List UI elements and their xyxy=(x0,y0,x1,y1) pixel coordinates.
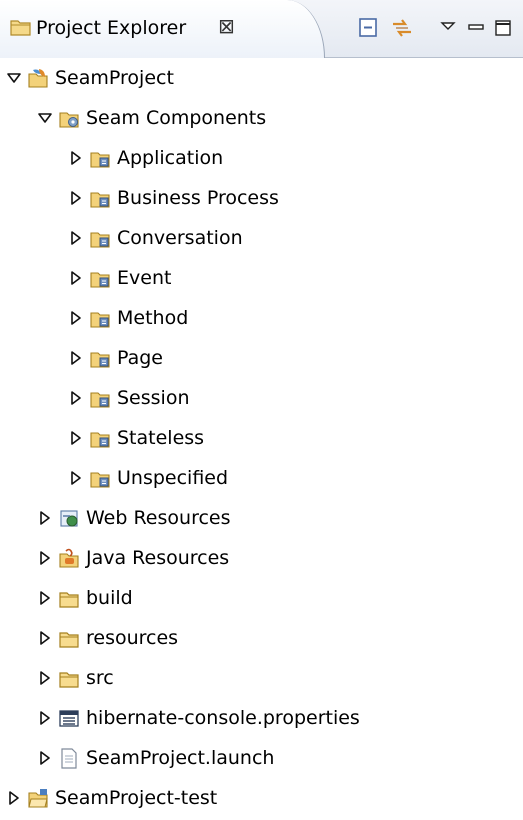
tree-item[interactable]: Event xyxy=(0,258,523,298)
tree-item-label: Unspecified xyxy=(117,467,229,489)
component-folder-icon xyxy=(90,272,110,288)
tree-item[interactable]: Method xyxy=(0,298,523,338)
tree-item[interactable]: Unspecified xyxy=(0,458,523,498)
tree-item-label: resources xyxy=(86,627,179,649)
tree-item[interactable]: hibernate-console.properties xyxy=(0,698,523,738)
tree-item[interactable]: SeamProject-test xyxy=(0,778,523,818)
component-folder-icon xyxy=(90,152,110,168)
component-folder-icon xyxy=(90,392,110,408)
collapsed-chevron-icon[interactable] xyxy=(37,670,53,686)
tree-item-label: Seam Components xyxy=(86,107,267,129)
tree-item-label: Application xyxy=(117,147,224,169)
tree-item-label: Web Resources xyxy=(86,507,231,529)
folder-icon xyxy=(59,672,79,688)
expanded-chevron-icon[interactable] xyxy=(37,110,53,126)
tree-item[interactable]: Conversation xyxy=(0,218,523,258)
collapsed-chevron-icon[interactable] xyxy=(6,790,22,806)
tree-item-label: Session xyxy=(117,387,190,409)
collapsed-chevron-icon[interactable] xyxy=(68,270,84,286)
properties-file-icon xyxy=(59,710,79,727)
tree-item-label: Page xyxy=(117,347,163,369)
tree-item[interactable]: SeamProject.launch xyxy=(0,738,523,778)
collapsed-chevron-icon[interactable] xyxy=(37,590,53,606)
component-folder-icon xyxy=(90,192,110,208)
tree-item[interactable]: Web Resources xyxy=(0,498,523,538)
tree-item-label: SeamProject-test xyxy=(55,787,218,809)
collapsed-chevron-icon[interactable] xyxy=(68,150,84,166)
component-folder-icon xyxy=(90,312,110,328)
collapsed-chevron-icon[interactable] xyxy=(68,190,84,206)
collapsed-chevron-icon[interactable] xyxy=(37,510,53,526)
minimize-icon[interactable] xyxy=(464,16,488,40)
component-folder-icon xyxy=(90,472,110,488)
component-folder-icon xyxy=(90,352,110,368)
collapsed-chevron-icon[interactable] xyxy=(68,390,84,406)
folder-icon xyxy=(59,632,79,648)
tree-item[interactable]: Business Process xyxy=(0,178,523,218)
collapsed-chevron-icon[interactable] xyxy=(68,350,84,366)
expanded-chevron-icon[interactable] xyxy=(6,70,22,86)
tree-item[interactable]: Session xyxy=(0,378,523,418)
collapsed-chevron-icon[interactable] xyxy=(37,630,53,646)
view-tab-bar: Project Explorer ⊠ xyxy=(0,0,523,58)
collapsed-chevron-icon[interactable] xyxy=(68,470,84,486)
tree-item[interactable]: Application xyxy=(0,138,523,178)
view-menu-icon[interactable] xyxy=(436,16,460,40)
tree-item-label: Method xyxy=(117,307,189,329)
tree-item-label: src xyxy=(86,667,114,689)
project-explorer-icon xyxy=(10,20,31,36)
tree-item-label: Conversation xyxy=(117,227,243,249)
folder-icon xyxy=(59,592,79,608)
tree-item-label: Event xyxy=(117,267,172,289)
collapse-all-icon[interactable] xyxy=(356,16,380,40)
component-folder-icon xyxy=(90,232,110,248)
collapsed-chevron-icon[interactable] xyxy=(37,710,53,726)
collapsed-chevron-icon[interactable] xyxy=(37,550,53,566)
launch-file-icon xyxy=(61,748,77,769)
tree-item-label: Stateless xyxy=(117,427,205,449)
tree-item-label: hibernate-console.properties xyxy=(86,707,360,729)
tree-item[interactable]: Seam Components xyxy=(0,98,523,138)
component-folder-icon xyxy=(90,432,110,448)
tree-item-label: Java Resources xyxy=(86,547,230,569)
collapsed-chevron-icon[interactable] xyxy=(68,230,84,246)
tree-item[interactable]: src xyxy=(0,658,523,698)
link-with-editor-icon[interactable] xyxy=(390,16,414,40)
java-resources-icon xyxy=(59,548,79,568)
seam-project-icon xyxy=(28,69,48,88)
tree-item[interactable]: Java Resources xyxy=(0,538,523,578)
tree-item-label: SeamProject.launch xyxy=(86,747,275,769)
tree-item-label: build xyxy=(86,587,133,609)
collapsed-chevron-icon[interactable] xyxy=(37,750,53,766)
view-title: Project Explorer xyxy=(36,17,187,39)
tree-item-label: Business Process xyxy=(117,187,279,209)
tree-item[interactable]: SeamProject xyxy=(0,58,523,98)
tree-item[interactable]: Page xyxy=(0,338,523,378)
tree-item[interactable]: resources xyxy=(0,618,523,658)
tree-item[interactable]: Stateless xyxy=(0,418,523,458)
project-explorer-view: Project Explorer ⊠ SeamProject Seam Compo… xyxy=(0,0,523,820)
collapsed-chevron-icon[interactable] xyxy=(68,310,84,326)
seam-components-folder-icon xyxy=(59,112,79,128)
tree-item[interactable]: build xyxy=(0,578,523,618)
web-resources-icon xyxy=(60,510,78,527)
maximize-icon[interactable] xyxy=(491,16,515,40)
close-tab-icon[interactable]: ⊠ xyxy=(218,14,235,38)
tree-item-label: SeamProject xyxy=(55,67,174,89)
project-explorer-tab[interactable]: Project Explorer ⊠ xyxy=(0,0,325,58)
project-folder-icon xyxy=(28,789,48,808)
collapsed-chevron-icon[interactable] xyxy=(68,430,84,446)
